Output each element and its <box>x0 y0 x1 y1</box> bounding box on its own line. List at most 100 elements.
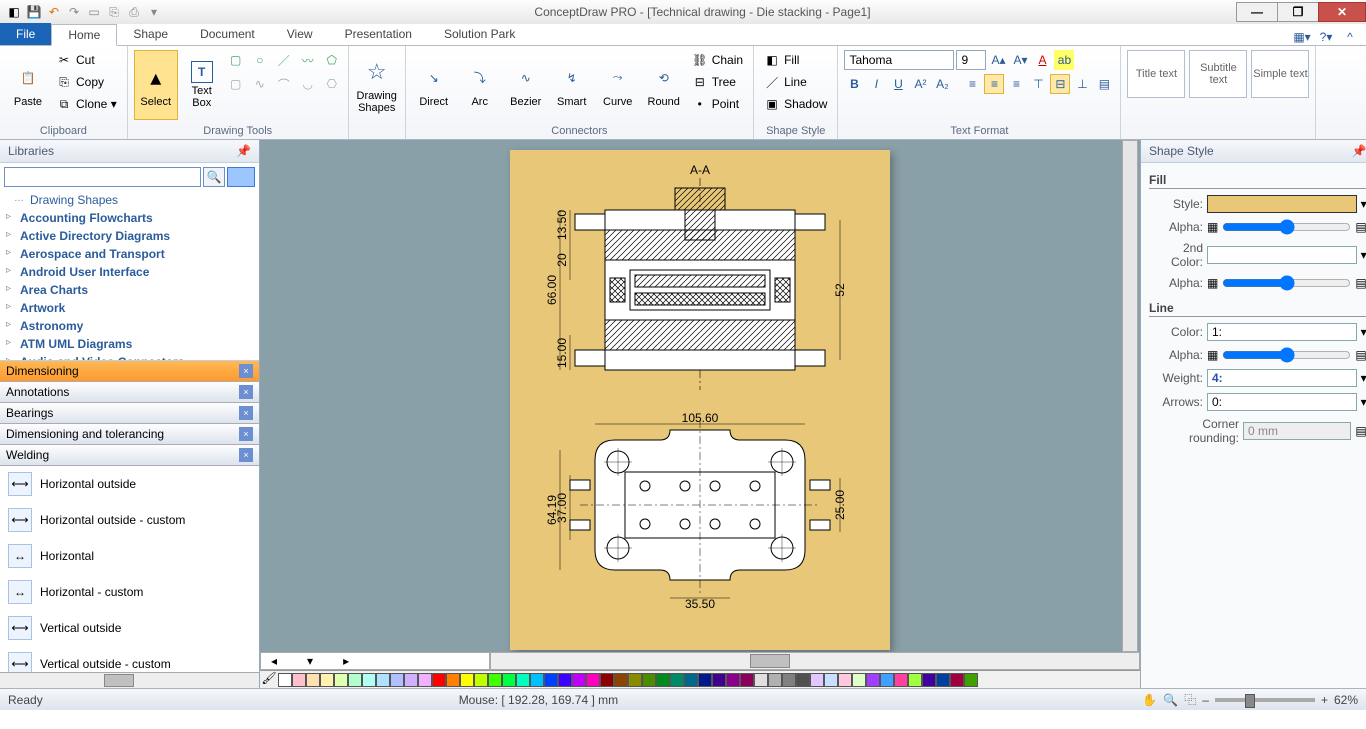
lib-item[interactable]: Area Charts <box>0 281 259 299</box>
color-swatch[interactable] <box>712 673 726 687</box>
color-swatch[interactable] <box>894 673 908 687</box>
font-combo[interactable] <box>844 50 954 70</box>
second-color-field[interactable] <box>1207 246 1357 264</box>
connector-smart-button[interactable]: ↯Smart <box>550 50 594 120</box>
open-icon[interactable]: ⎘ <box>106 4 122 20</box>
page-tab-controls[interactable]: ◂▾▸ <box>260 652 490 670</box>
subscript-icon[interactable]: A₂ <box>932 74 952 94</box>
color-swatch[interactable] <box>530 673 544 687</box>
lib-item[interactable]: Android User Interface <box>0 263 259 281</box>
stencil-dimtol[interactable]: Dimensioning and tolerancing× <box>0 424 259 445</box>
bold-icon[interactable]: B <box>844 74 864 94</box>
drawing-shapes-button[interactable]: ☆Drawing Shapes <box>355 50 399 120</box>
color-swatch[interactable] <box>292 673 306 687</box>
align-center-icon[interactable]: ≡ <box>984 74 1004 94</box>
shape-item[interactable]: ↔Horizontal <box>0 538 259 574</box>
text-block-icon[interactable]: ▤ <box>1094 74 1114 94</box>
qat-more-icon[interactable]: ▾ <box>146 4 162 20</box>
color-swatch[interactable] <box>488 673 502 687</box>
color-swatch[interactable] <box>516 673 530 687</box>
color-swatch[interactable] <box>698 673 712 687</box>
vscroll[interactable] <box>1122 140 1138 652</box>
color-swatch[interactable] <box>278 673 292 687</box>
dt-spline-icon[interactable]: ∿ <box>250 74 270 94</box>
zoom-in-icon[interactable]: + <box>1321 693 1328 707</box>
new-icon[interactable]: ▭ <box>86 4 102 20</box>
shape-item[interactable]: ⟷Horizontal outside <box>0 466 259 502</box>
color-swatch[interactable] <box>922 673 936 687</box>
print-icon[interactable]: ⎙ <box>126 4 142 20</box>
color-swatch[interactable] <box>768 673 782 687</box>
close-icon[interactable]: × <box>239 364 253 378</box>
color-swatch[interactable] <box>936 673 950 687</box>
dt-poly-icon[interactable]: ⬠ <box>322 50 342 70</box>
spinner-icon[interactable]: ▤ <box>1355 220 1366 234</box>
fill-alpha-slider[interactable] <box>1222 219 1351 235</box>
highlight-icon[interactable]: ab <box>1054 50 1074 70</box>
line-color-field[interactable]: 1: <box>1207 323 1357 341</box>
color-swatch[interactable] <box>838 673 852 687</box>
file-tab[interactable]: File <box>0 23 51 45</box>
color-swatch[interactable] <box>320 673 334 687</box>
grow-font-icon[interactable]: A▴ <box>988 50 1008 70</box>
italic-icon[interactable]: I <box>866 74 886 94</box>
connector-round-button[interactable]: ⟲Round <box>642 50 686 120</box>
style-title[interactable]: Title text <box>1127 50 1185 98</box>
tab-presentation[interactable]: Presentation <box>329 23 428 45</box>
color-swatch[interactable] <box>306 673 320 687</box>
collapse-ribbon-icon[interactable]: ^ <box>1342 29 1358 45</box>
align-top-icon[interactable]: ⊤ <box>1028 74 1048 94</box>
color-swatch[interactable] <box>474 673 488 687</box>
dt-line-icon[interactable]: ／ <box>274 50 294 70</box>
color-swatch[interactable] <box>404 673 418 687</box>
color-swatch[interactable] <box>628 673 642 687</box>
stencil-welding[interactable]: Welding× <box>0 445 259 466</box>
pin-icon[interactable]: 📌 <box>1352 144 1366 158</box>
close-icon[interactable]: × <box>239 448 253 462</box>
style-simple[interactable]: Simple text <box>1251 50 1309 98</box>
color-swatch[interactable] <box>558 673 572 687</box>
dropdown-icon[interactable]: ▾ <box>1361 248 1366 262</box>
close-icon[interactable]: × <box>239 385 253 399</box>
drawing-page[interactable]: A-A <box>510 150 890 650</box>
help-icon[interactable]: ?▾ <box>1318 29 1334 45</box>
style-subtitle[interactable]: Subtitle text <box>1189 50 1247 98</box>
shapes-list[interactable]: ⟷Horizontal outside ⟷Horizontal outside … <box>0 466 259 672</box>
line-weight-field[interactable]: 4: <box>1207 369 1357 387</box>
superscript-icon[interactable]: A² <box>910 74 930 94</box>
undo-icon[interactable]: ↶ <box>46 4 62 20</box>
save-icon[interactable]: 💾 <box>26 4 42 20</box>
spinner-icon[interactable]: ▤ <box>1355 276 1366 290</box>
color-swatch[interactable] <box>852 673 866 687</box>
lib-item[interactable]: Drawing Shapes <box>0 191 259 209</box>
textbox-button[interactable]: TText Box <box>180 50 224 120</box>
lib-item[interactable]: Artwork <box>0 299 259 317</box>
color-swatch[interactable] <box>950 673 964 687</box>
prev-page-icon[interactable]: ◂ <box>271 654 277 668</box>
point-button[interactable]: •Point <box>688 94 747 114</box>
fill-style-swatch[interactable] <box>1207 195 1357 213</box>
dt-rect-icon[interactable]: ▢ <box>226 50 246 70</box>
color-swatch[interactable] <box>390 673 404 687</box>
dt-arc2-icon[interactable]: ◡ <box>298 74 318 94</box>
color-swatch[interactable] <box>810 673 824 687</box>
color-swatch[interactable] <box>432 673 446 687</box>
view-toggle-button[interactable] <box>227 167 255 187</box>
color-swatch[interactable] <box>362 673 376 687</box>
dt-misc-icon[interactable]: ⎔ <box>322 74 342 94</box>
color-swatch[interactable] <box>600 673 614 687</box>
tab-shape[interactable]: Shape <box>117 23 184 45</box>
select-button[interactable]: ▴Select <box>134 50 178 120</box>
color-swatch[interactable] <box>544 673 558 687</box>
color-swatch[interactable] <box>796 673 810 687</box>
dt-rect2-icon[interactable]: ▢ <box>226 74 246 94</box>
color-swatch[interactable] <box>502 673 516 687</box>
font-color-icon[interactable]: A <box>1032 50 1052 70</box>
stencil-annotations[interactable]: Annotations× <box>0 382 259 403</box>
stencil-dimensioning[interactable]: Dimensioning× <box>0 361 259 382</box>
shadow-button[interactable]: ▣Shadow <box>760 94 831 114</box>
connector-bezier-button[interactable]: ∿Bezier <box>504 50 548 120</box>
color-swatch[interactable] <box>418 673 432 687</box>
connector-arc-button[interactable]: ⤵Arc <box>458 50 502 120</box>
dropdown-icon[interactable]: ▾ <box>1361 197 1366 211</box>
